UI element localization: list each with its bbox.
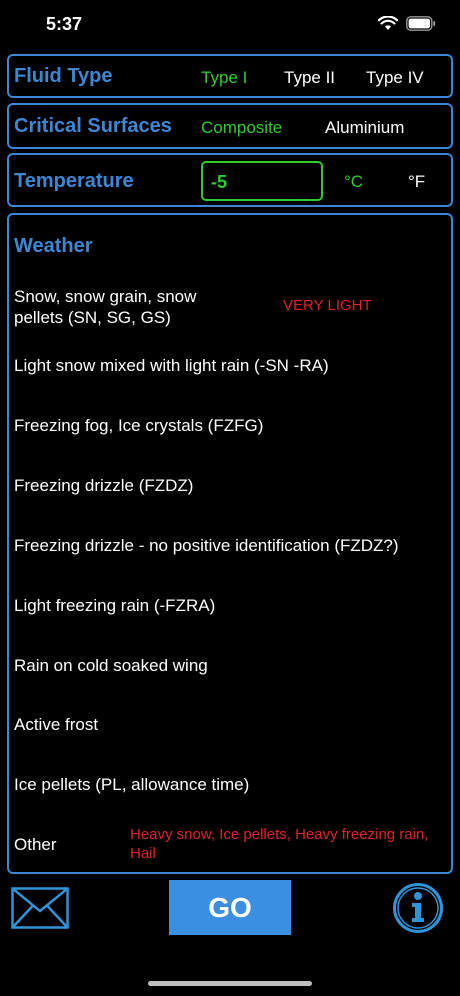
weather-item-freezing-drizzle-unidentified[interactable]: Freezing drizzle - no positive identific…	[14, 535, 399, 556]
fluid-type-label: Fluid Type	[14, 65, 113, 87]
surface-option-composite[interactable]: Composite	[201, 118, 282, 138]
mail-icon[interactable]	[11, 887, 69, 929]
battery-icon	[406, 16, 436, 31]
weather-item-freezing-drizzle[interactable]: Freezing drizzle (FZDZ)	[14, 475, 193, 496]
weather-item-light-freezing-rain[interactable]: Light freezing rain (-FZRA)	[14, 595, 215, 616]
home-indicator	[148, 981, 312, 986]
go-button[interactable]: GO	[169, 880, 291, 935]
weather-item-cold-soaked-wing[interactable]: Rain on cold soaked wing	[14, 655, 208, 676]
fluid-option-type-ii[interactable]: Type II	[284, 68, 335, 88]
status-time: 5:37	[46, 14, 83, 34]
weather-label: Weather	[14, 235, 93, 257]
surface-option-aluminium[interactable]: Aluminium	[325, 118, 404, 138]
unit-celsius[interactable]: °C	[344, 172, 363, 192]
status-bar: 5:37	[0, 0, 460, 50]
temperature-label: Temperature	[14, 170, 134, 192]
weather-item-freezing-fog[interactable]: Freezing fog, Ice crystals (FZFG)	[14, 415, 263, 436]
weather-other-note: Heavy snow, Ice pellets, Heavy freezing …	[130, 826, 429, 862]
weather-item-active-frost[interactable]: Active frost	[14, 714, 98, 735]
weather-item-ice-pellets[interactable]: Ice pellets (PL, allowance time)	[14, 774, 249, 795]
fluid-option-type-i[interactable]: Type I	[201, 68, 247, 88]
temperature-panel: Temperature -5 °C °F	[7, 153, 453, 207]
weather-item-other[interactable]: Other	[14, 834, 57, 855]
info-icon[interactable]	[392, 882, 444, 934]
status-icons	[378, 16, 436, 31]
fluid-type-panel: Fluid Type Type I Type II Type IV	[7, 54, 453, 98]
weather-item-light-snow-rain[interactable]: Light snow mixed with light rain (-SN -R…	[14, 355, 329, 376]
weather-intensity-note: VERY LIGHT	[283, 297, 372, 314]
temperature-input[interactable]: -5	[201, 161, 323, 201]
bottom-action-bar: GO	[0, 878, 460, 942]
fluid-option-type-iv[interactable]: Type IV	[366, 68, 424, 88]
critical-surfaces-panel: Critical Surfaces Composite Aluminium	[7, 103, 453, 149]
critical-surfaces-label: Critical Surfaces	[14, 115, 172, 137]
unit-fahrenheit[interactable]: °F	[408, 172, 425, 192]
weather-item-snow[interactable]: Snow, snow grain, snow pellets (SN, SG, …	[14, 286, 234, 328]
weather-panel: Weather Snow, snow grain, snow pellets (…	[7, 213, 453, 874]
wifi-icon	[378, 16, 398, 30]
